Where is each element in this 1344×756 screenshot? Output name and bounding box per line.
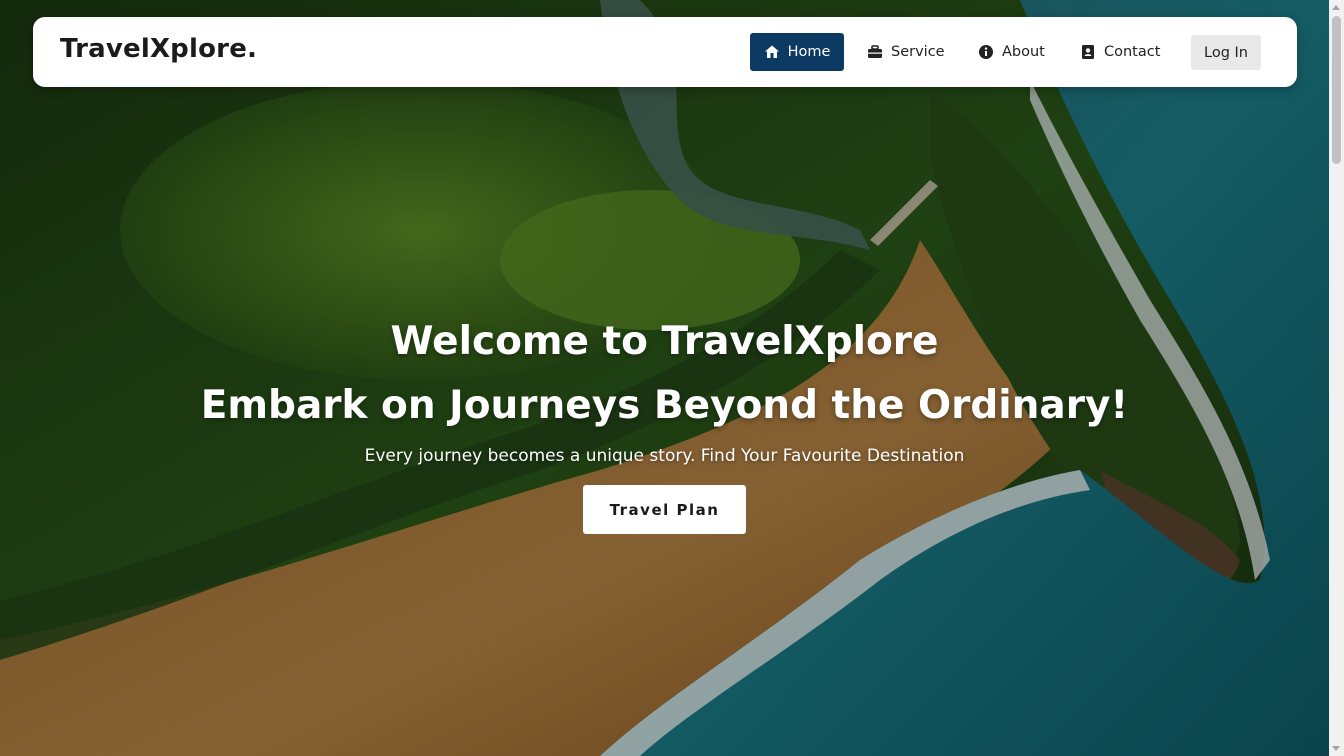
hero-title: Welcome to TravelXplore <box>390 319 939 364</box>
scrollbar[interactable] <box>1329 0 1344 756</box>
scrollbar-thumb[interactable] <box>1332 16 1341 164</box>
hero-section: Welcome to TravelXplore Embark on Journe… <box>0 0 1329 756</box>
travel-plan-button[interactable]: Travel Plan <box>583 485 746 534</box>
hero-subtitle: Embark on Journeys Beyond the Ordinary! <box>200 383 1129 428</box>
scroll-down-icon[interactable] <box>1332 746 1340 751</box>
hero-tagline: Every journey becomes a unique story. Fi… <box>364 446 965 466</box>
page: TravelXplore. Home Service About Contact <box>0 0 1344 756</box>
scroll-up-icon[interactable] <box>1332 5 1340 10</box>
